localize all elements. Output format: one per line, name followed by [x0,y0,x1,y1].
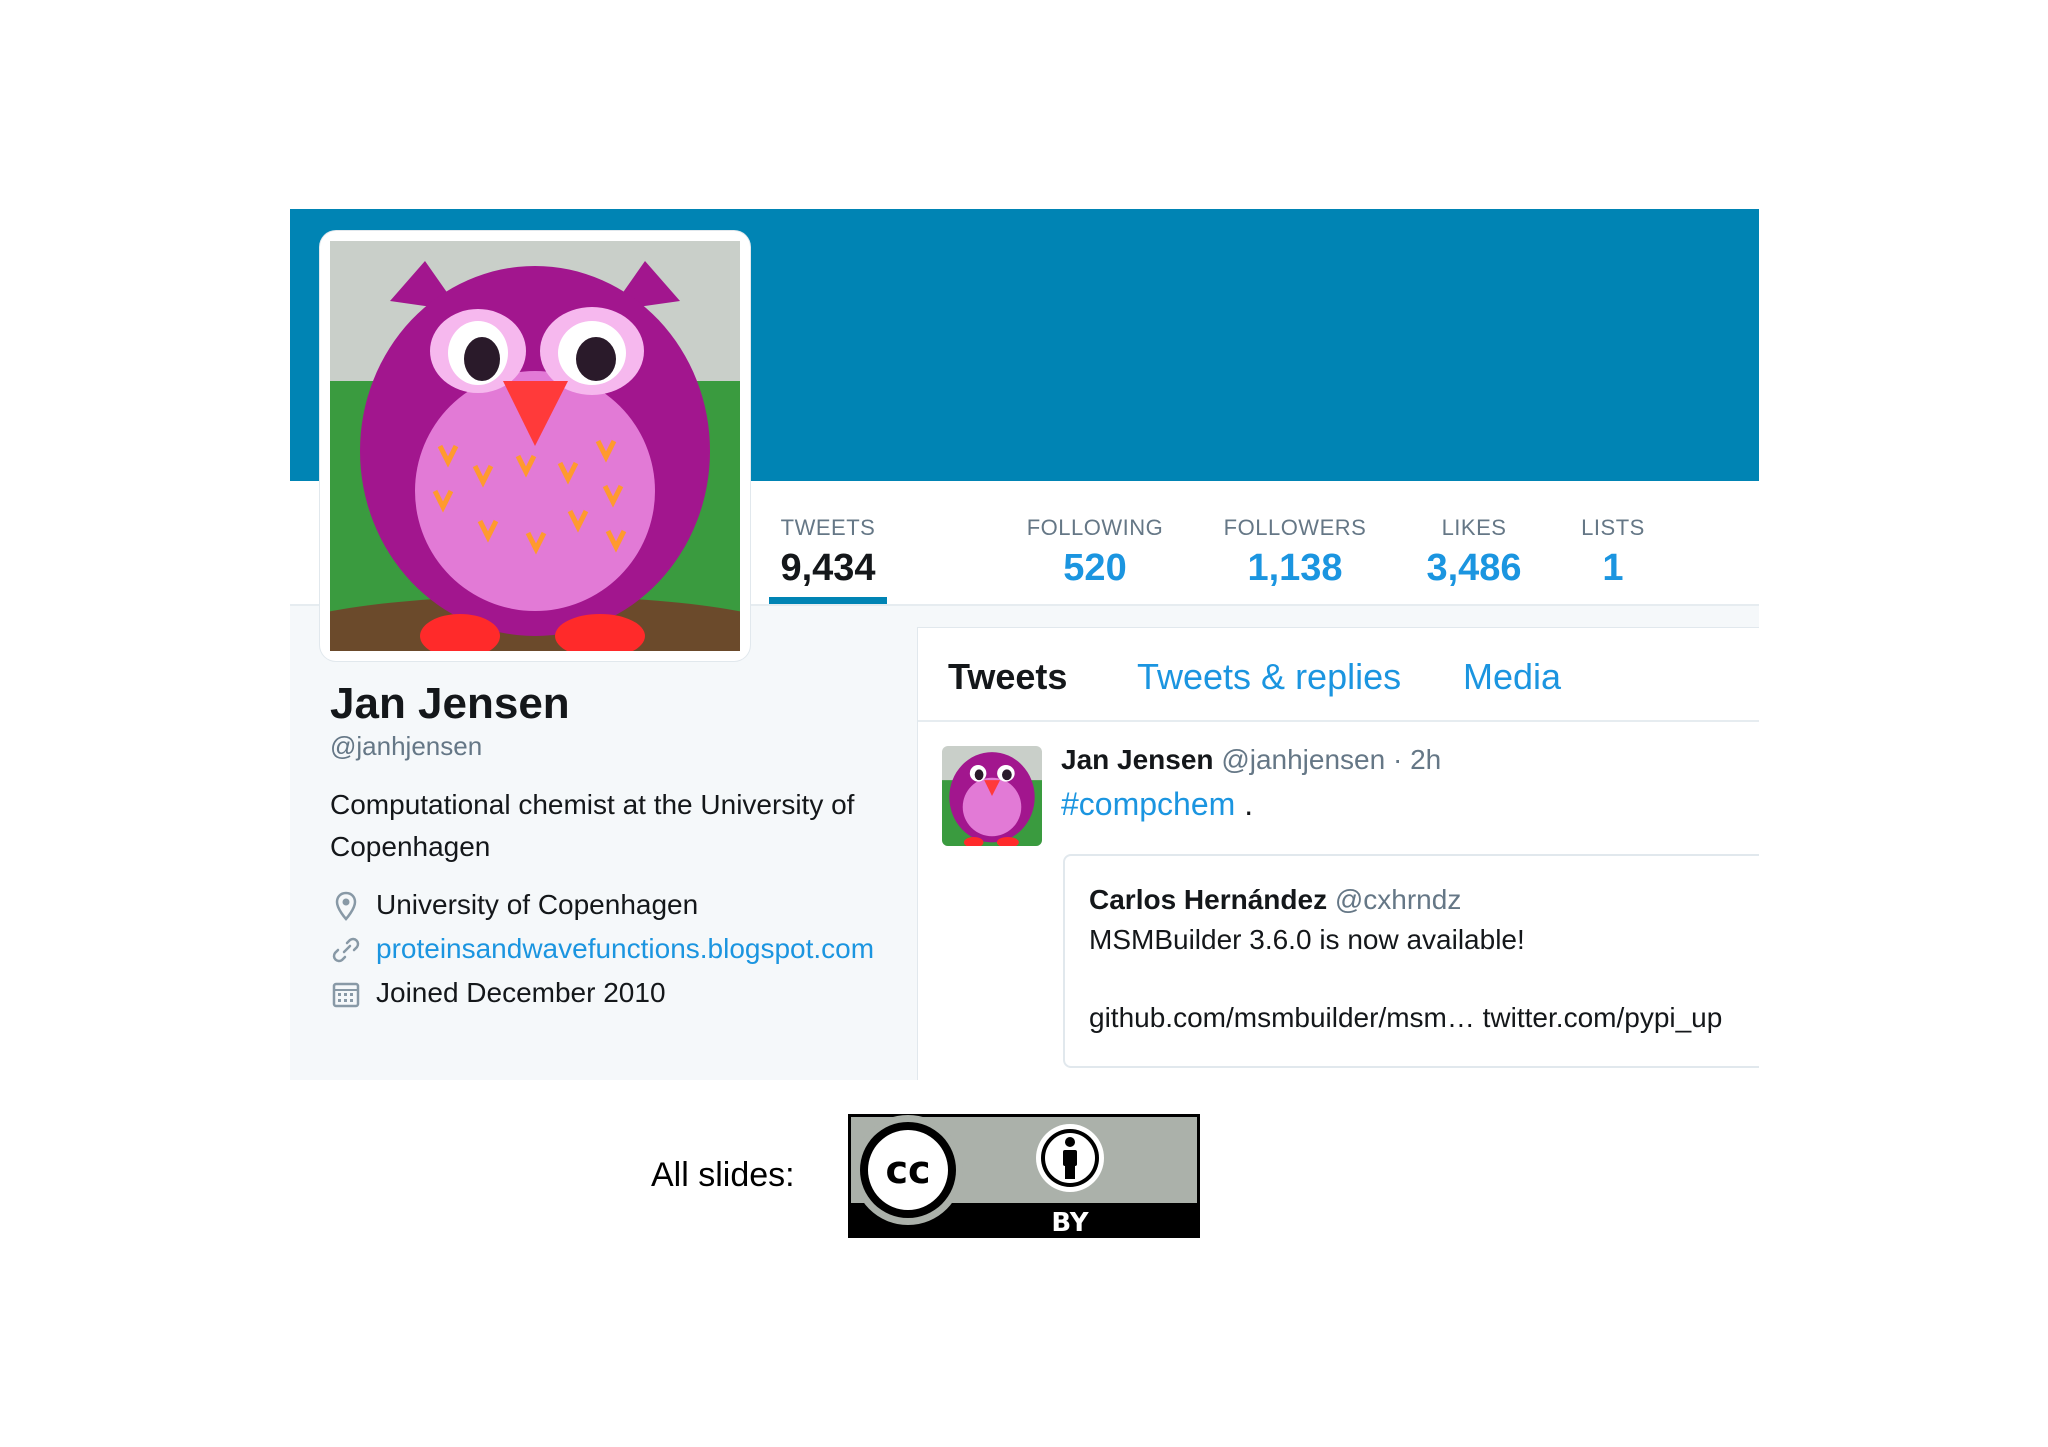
stat-label: FOLLOWING [1026,515,1164,540]
profile-bio: Computational chemist at the University … [330,789,855,862]
profile-handle[interactable]: @janhjensen [330,731,890,762]
profile-card: Jan Jensen @janhjensen Computational che… [330,679,890,1008]
stat-value: 1 [1602,547,1624,589]
tab-tweets-replies[interactable]: Tweets & replies [1137,656,1401,698]
quoted-tweet[interactable]: Carlos Hernández @cxhrndz MSMBuilder 3.6… [1063,854,1759,1068]
location-text: University of Copenhagen [376,889,699,920]
stat-label: FOLLOWERS [1223,515,1367,540]
cc-icon: cc [885,1148,930,1192]
profile-joined: Joined December 2010 [330,978,890,1008]
tweet-author[interactable]: Jan Jensen [1061,744,1214,775]
location-pin-icon [335,891,357,921]
tweet-body: #compchem . [1061,786,1253,823]
slides-caption: All slides: [651,1156,795,1194]
stat-likes[interactable]: LIKES 3,486 [1414,481,1534,604]
tweet-trailing-text: . [1244,786,1254,822]
quote-author: Carlos Hernández [1089,884,1328,915]
quote-text: MSMBuilder 3.6.0 is now available! [1089,924,1525,955]
owl-avatar-icon [330,241,740,651]
stat-following[interactable]: FOLLOWING 520 [1015,481,1175,604]
timeline-tabs: Tweets Tweets & replies Media [918,628,1759,722]
link-icon [332,937,360,963]
stat-value: 9,434 [780,547,876,589]
profile-location: University of Copenhagen [330,889,890,921]
stat-value: 3,486 [1426,547,1522,589]
cc-by-license-badge: cc BY [848,1114,1200,1238]
quote-links: github.com/msmbuilder/msm… twitter.com/p… [1089,1002,1723,1033]
quote-header: Carlos Hernández @cxhrndz [1089,884,1461,916]
stat-tweets[interactable]: TWEETS 9,434 [769,481,887,604]
attribution-person-icon [1036,1124,1104,1192]
tweet-handle[interactable]: @janhjensen [1221,744,1385,775]
tab-media[interactable]: Media [1463,656,1561,698]
stat-lists[interactable]: LISTS 1 [1573,481,1653,604]
website-link[interactable]: proteinsandwavefunctions.blogspot.com [376,933,874,964]
profile-website: proteinsandwavefunctions.blogspot.com [330,934,890,964]
stat-label: LISTS [1581,515,1645,540]
quote-handle: @cxhrndz [1334,884,1462,915]
stat-value: 520 [1063,547,1127,589]
tab-tweets[interactable]: Tweets [948,656,1067,698]
tweet-avatar[interactable] [942,746,1042,846]
joined-text: Joined December 2010 [376,977,666,1008]
profile-avatar[interactable] [320,231,750,661]
owl-avatar-icon [942,746,1042,846]
stat-label: LIKES [1441,515,1507,540]
tweet-header: Jan Jensen @janhjensen · 2h [1061,744,1441,776]
hashtag-link[interactable]: #compchem [1061,786,1235,822]
by-label: BY [1051,1208,1089,1238]
stat-label: TWEETS [780,515,876,540]
calendar-icon [332,982,360,1008]
twitter-profile-screenshot: TWEETS 9,434 FOLLOWING 520 FOLLOWERS 1,1… [290,209,1759,1080]
stat-followers[interactable]: FOLLOWERS 1,138 [1215,481,1375,604]
tweet-time[interactable]: · 2h [1393,744,1441,775]
stat-value: 1,138 [1247,547,1343,589]
tweet-stream: Tweets Tweets & replies Media Jan Jensen… [917,627,1759,1080]
profile-name[interactable]: Jan Jensen [330,679,890,729]
